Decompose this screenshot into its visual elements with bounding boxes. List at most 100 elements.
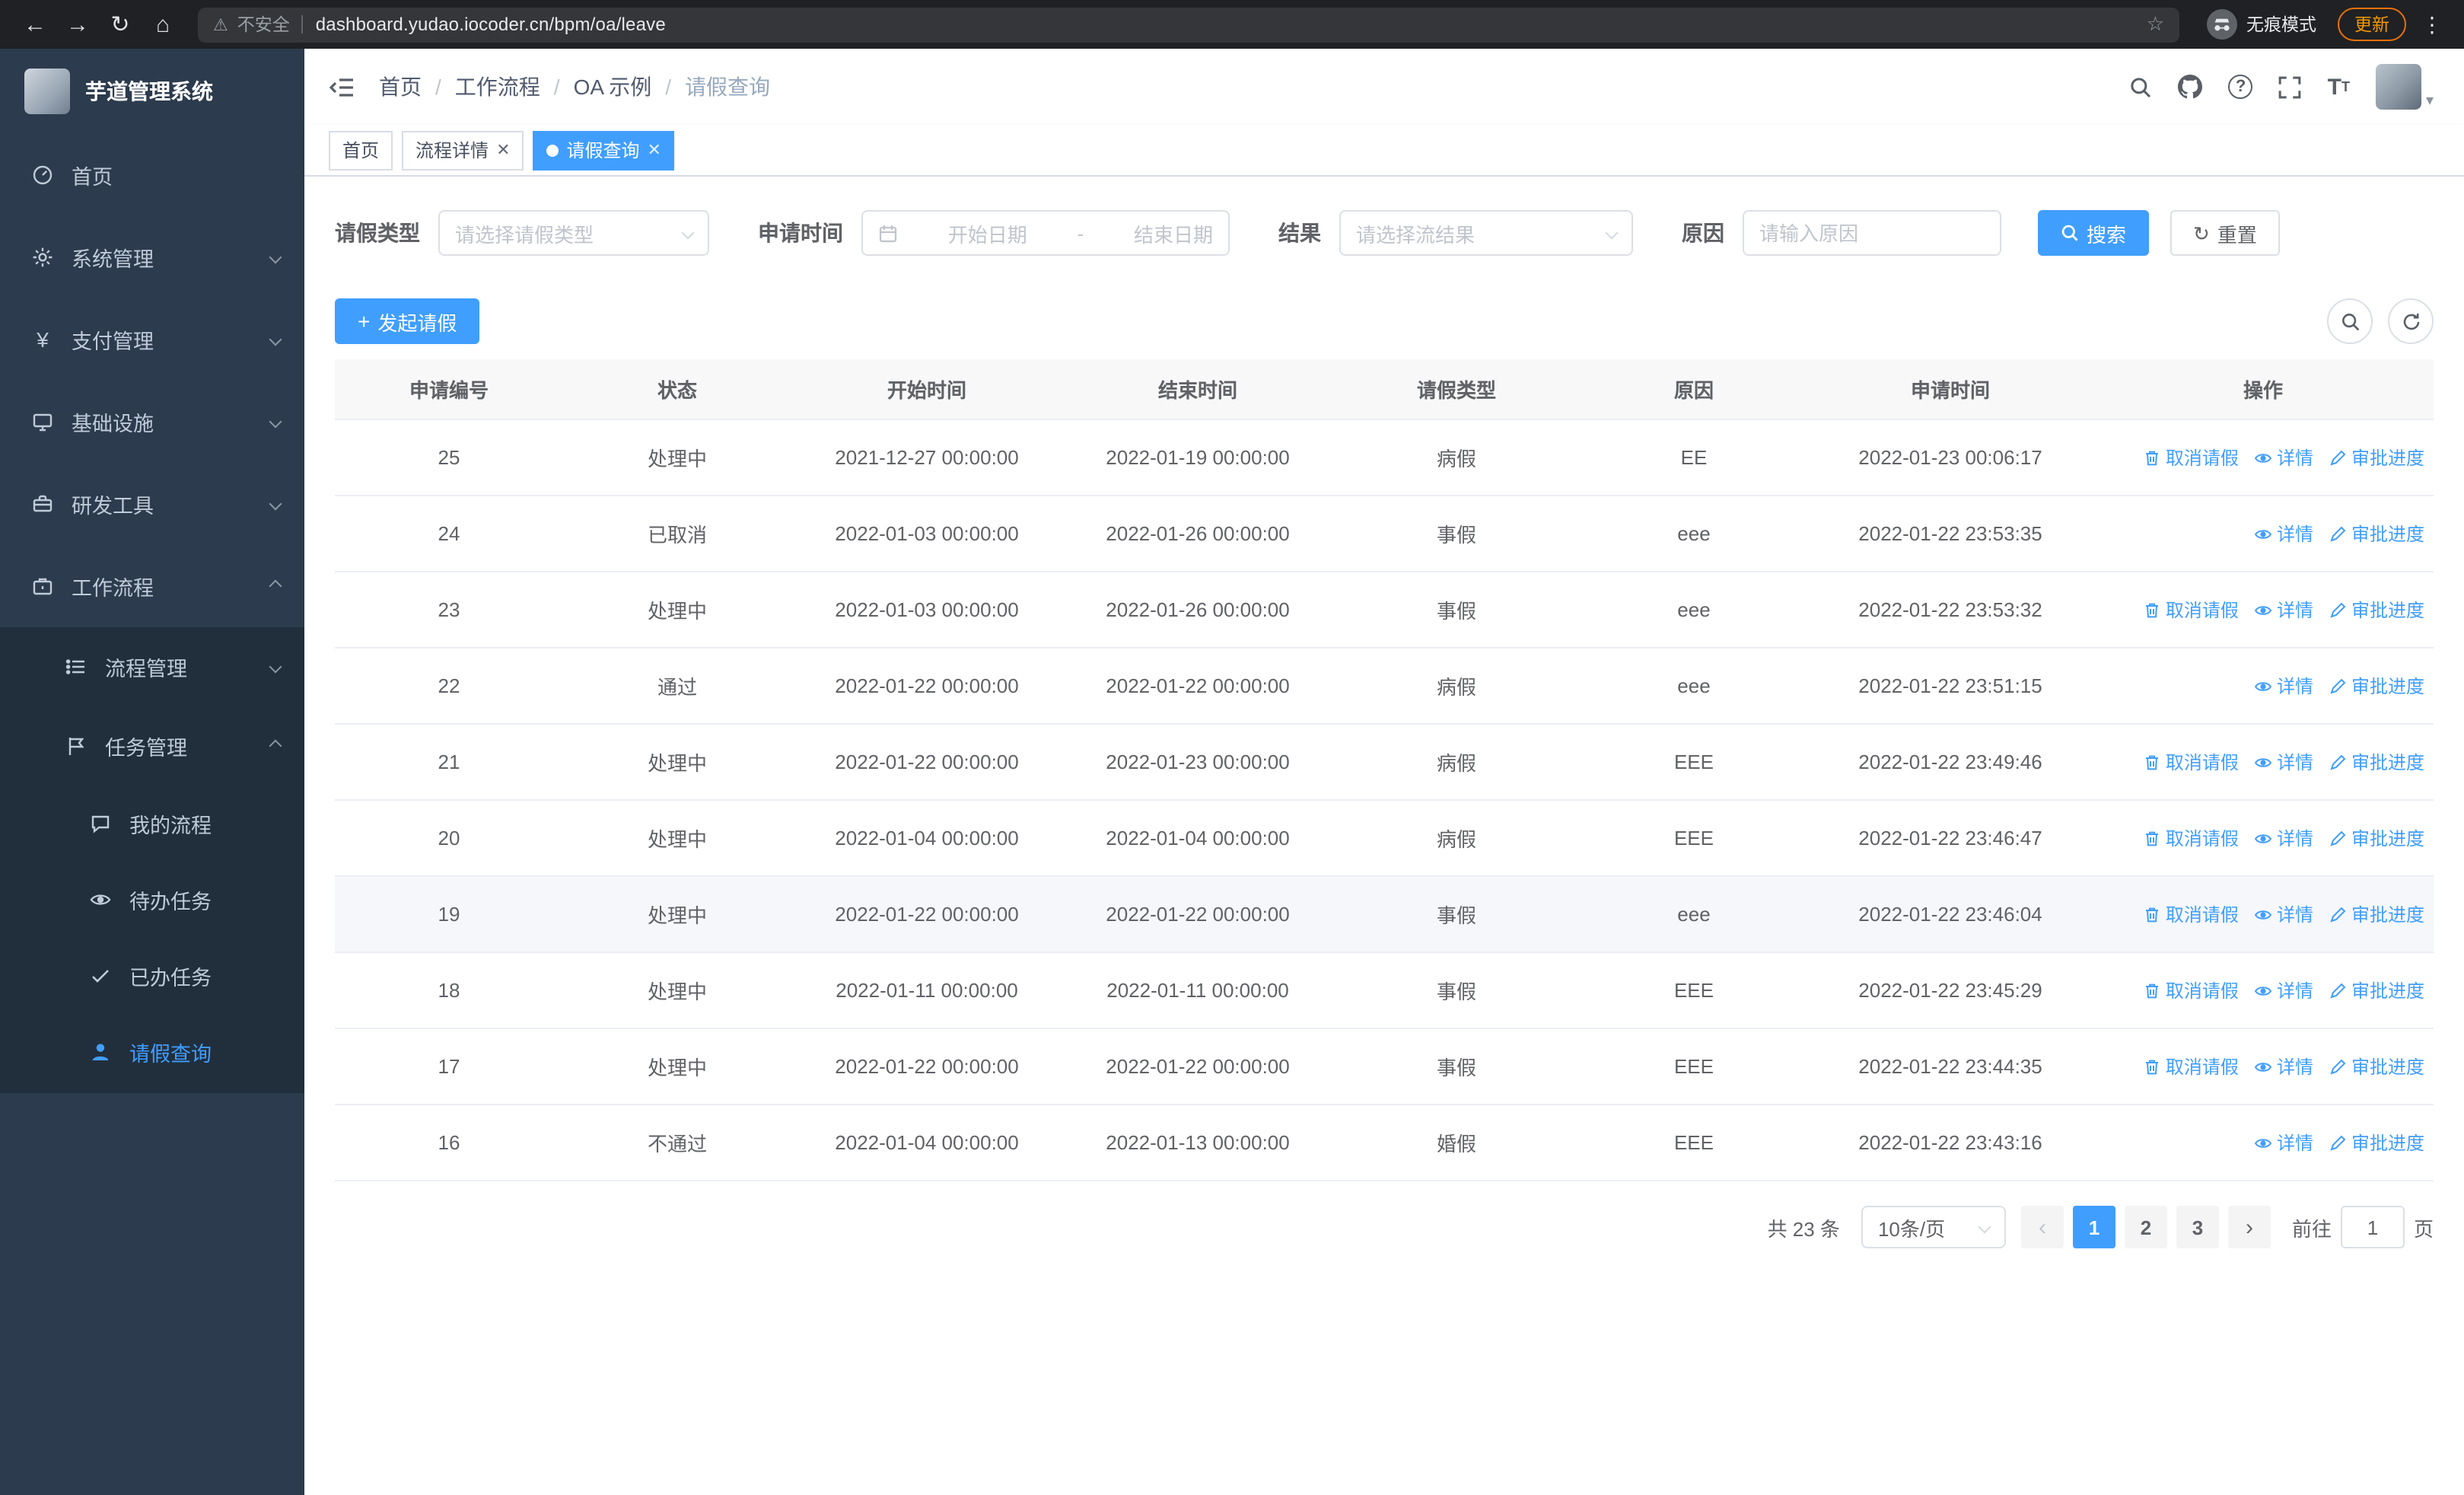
sidebar-item-completed-tasks[interactable]: 已办任务: [0, 938, 304, 1014]
sidebar-item-label: 基础设施: [72, 413, 154, 435]
detail-link[interactable]: 详情: [2254, 521, 2313, 547]
approval-progress-link[interactable]: 审批进度: [2329, 901, 2424, 927]
sidebar-item-workflow[interactable]: 工作流程: [0, 545, 304, 627]
toggle-search-button[interactable]: [2327, 298, 2373, 344]
detail-link[interactable]: 详情: [2254, 901, 2313, 927]
approval-progress-link[interactable]: 审批进度: [2329, 1054, 2424, 1079]
browser-menu-icon[interactable]: ⋮: [2415, 11, 2449, 37]
tab-process-detail[interactable]: 流程详情 ✕: [402, 130, 524, 170]
detail-link[interactable]: 详情: [2254, 825, 2313, 851]
detail-link[interactable]: 详情: [2254, 977, 2313, 1003]
approval-progress-link[interactable]: 审批进度: [2329, 977, 2424, 1003]
cell-end-time: 2022-01-13 00:00:00: [1106, 1131, 1290, 1154]
detail-link[interactable]: 详情: [2254, 673, 2313, 699]
detail-link[interactable]: 详情: [2254, 1130, 2313, 1156]
tab-label: 流程详情: [415, 140, 489, 161]
leave-type-select[interactable]: 请选择请假类型: [438, 210, 709, 256]
sidebar-item-pending-tasks[interactable]: 待办任务: [0, 862, 304, 938]
reason-input[interactable]: [1743, 210, 2001, 256]
tab-leave-query[interactable]: 请假查询 ✕: [533, 130, 675, 170]
forward-icon[interactable]: →: [58, 6, 97, 43]
approval-progress-link[interactable]: 审批进度: [2329, 445, 2424, 470]
detail-link[interactable]: 详情: [2254, 597, 2313, 623]
action-label: 审批进度: [2351, 980, 2424, 1002]
back-icon[interactable]: ←: [15, 6, 55, 43]
cell-leave-type: 事假: [1436, 524, 1476, 547]
next-page-button[interactable]: ›: [2227, 1206, 2271, 1248]
approval-progress-link[interactable]: 审批进度: [2329, 673, 2424, 699]
cell-leave-type: 病假: [1436, 448, 1476, 470]
page-button-2[interactable]: 2: [2124, 1206, 2167, 1248]
approval-progress-link[interactable]: 审批进度: [2329, 749, 2424, 775]
cell-apply-time: 2022-01-22 23:46:47: [1858, 827, 2042, 850]
action-label: 取消请假: [2165, 828, 2239, 850]
page-button-3[interactable]: 3: [2176, 1206, 2219, 1248]
chevron-down-icon: [269, 497, 282, 511]
page-button-1[interactable]: 1: [2072, 1206, 2115, 1248]
cancel-leave-link[interactable]: 取消请假: [2143, 445, 2239, 470]
cell-apply-time: 2022-01-22 23:44:35: [1858, 1055, 2042, 1078]
search-button[interactable]: 搜索: [2038, 210, 2150, 256]
sidebar-fold-icon[interactable]: [329, 75, 355, 98]
bookmark-star-icon[interactable]: ☆: [2147, 12, 2164, 37]
chevron-down-icon: [1605, 226, 1619, 240]
close-icon[interactable]: ✕: [496, 140, 510, 160]
action-label: 详情: [2276, 448, 2313, 469]
fullscreen-icon[interactable]: [2279, 75, 2302, 98]
page-size-select[interactable]: 10条/页: [1861, 1206, 2006, 1248]
sidebar-item-my-processes[interactable]: 我的流程: [0, 786, 304, 862]
breadcrumb-separator: /: [553, 75, 560, 99]
cancel-leave-link[interactable]: 取消请假: [2143, 597, 2239, 623]
cell-status: 不通过: [647, 1133, 707, 1156]
cell-actions: 取消请假 详情 审批进度: [2093, 445, 2434, 470]
address-bar[interactable]: ⚠ 不安全 dashboard.yudao.iocoder.cn/bpm/oa/…: [198, 7, 2179, 42]
cell-id: 17: [438, 1055, 460, 1078]
help-icon[interactable]: ?: [2228, 75, 2253, 99]
breadcrumb-item[interactable]: 工作流程: [455, 72, 540, 102]
action-label: 取消请假: [2165, 600, 2239, 621]
home-icon[interactable]: ⌂: [143, 6, 183, 43]
reload-icon[interactable]: ↻: [100, 6, 140, 43]
update-button[interactable]: 更新: [2338, 8, 2406, 41]
breadcrumb-item[interactable]: 首页: [379, 72, 422, 102]
cancel-leave-link[interactable]: 取消请假: [2143, 901, 2239, 927]
start-date-placeholder: 开始日期: [947, 223, 1027, 246]
user-menu[interactable]: ▾: [2375, 64, 2434, 110]
result-select[interactable]: 请选择流结果: [1339, 210, 1633, 256]
sidebar-item-leave-query[interactable]: 请假查询: [0, 1014, 304, 1090]
sidebar-item-process-management[interactable]: 流程管理: [0, 627, 304, 706]
approval-progress-link[interactable]: 审批进度: [2329, 521, 2424, 547]
cell-status: 通过: [657, 676, 697, 699]
approval-progress-link[interactable]: 审批进度: [2329, 825, 2424, 851]
detail-link[interactable]: 详情: [2254, 445, 2313, 470]
goto-page-input[interactable]: [2340, 1206, 2405, 1248]
search-icon[interactable]: [2130, 75, 2153, 98]
sidebar-item-devtools[interactable]: 研发工具: [0, 463, 304, 545]
detail-link[interactable]: 详情: [2254, 749, 2313, 775]
prev-page-button[interactable]: ‹: [2020, 1206, 2064, 1248]
cancel-leave-link[interactable]: 取消请假: [2143, 749, 2239, 775]
caret-down-icon: ▾: [2425, 93, 2434, 110]
github-icon[interactable]: [2178, 75, 2203, 99]
refresh-table-button[interactable]: [2388, 298, 2434, 344]
sidebar-item-payment[interactable]: ¥ 支付管理: [0, 298, 304, 381]
tab-home[interactable]: 首页: [329, 130, 393, 170]
breadcrumb-item[interactable]: OA 示例: [574, 72, 652, 102]
cell-id: 22: [438, 674, 460, 697]
close-icon[interactable]: ✕: [648, 140, 661, 160]
cancel-leave-link[interactable]: 取消请假: [2143, 977, 2239, 1003]
approval-progress-link[interactable]: 审批进度: [2329, 1130, 2424, 1156]
create-leave-button[interactable]: + 发起请假: [335, 298, 480, 344]
cancel-leave-link[interactable]: 取消请假: [2143, 825, 2239, 851]
detail-link[interactable]: 详情: [2254, 1054, 2313, 1079]
sidebar-item-label: 工作流程: [72, 577, 154, 600]
apply-time-range-picker[interactable]: 开始日期 - 结束日期: [861, 210, 1230, 256]
font-size-icon[interactable]: TT: [2328, 75, 2350, 98]
sidebar-item-task-management[interactable]: 任务管理: [0, 706, 304, 786]
reset-button[interactable]: ↻ 重置: [2170, 210, 2280, 256]
approval-progress-link[interactable]: 审批进度: [2329, 597, 2424, 623]
sidebar-item-system[interactable]: 系统管理: [0, 216, 304, 298]
sidebar-item-home[interactable]: 首页: [0, 134, 304, 216]
cancel-leave-link[interactable]: 取消请假: [2143, 1054, 2239, 1079]
sidebar-item-infrastructure[interactable]: 基础设施: [0, 381, 304, 463]
